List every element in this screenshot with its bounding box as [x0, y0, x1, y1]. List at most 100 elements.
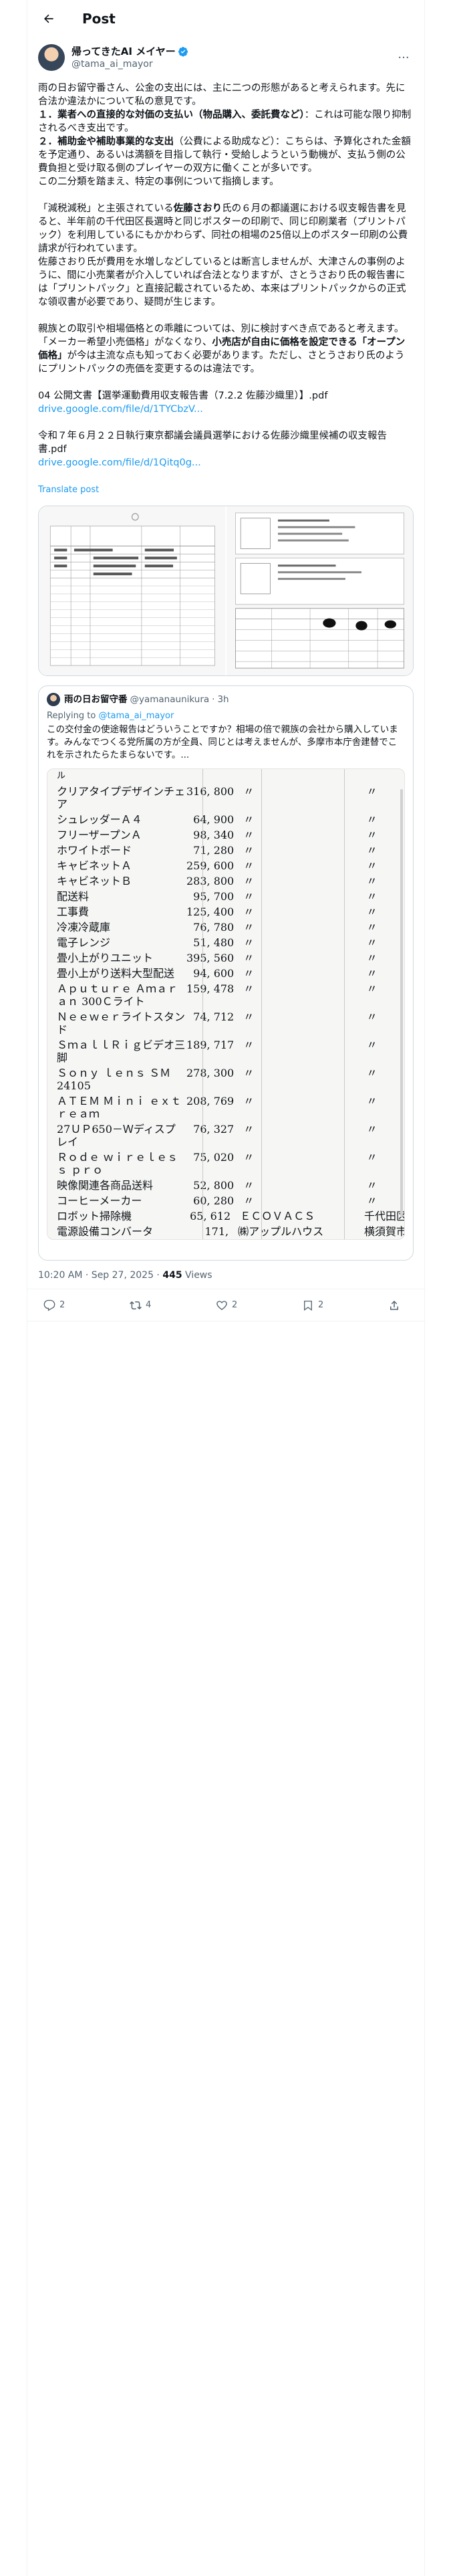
point-2: ２．補助金や補助事業的な支出（公費による助成など）：こちらは、予算化された金額を…	[38, 135, 414, 175]
scan-row: フリーザープンＡ 98, 340 〃 〃	[47, 827, 404, 843]
scan-item-vendor: 〃	[243, 921, 255, 934]
scan-row: 冷凍冷蔵庫 76, 780 〃 〃	[47, 920, 404, 935]
post-column: Post 帰ってきたAI メイヤー @tama_ai_mayor ··· 雨の日…	[27, 0, 425, 2576]
author-names: 帰ってきたAI メイヤー @tama_ai_mayor	[71, 45, 394, 70]
scan-item-vendor: 〃	[243, 1039, 255, 1051]
reply-button[interactable]: 2	[43, 1299, 65, 1311]
top-bar: Post	[27, 0, 424, 37]
scan-item-amount: 76, 780	[193, 921, 235, 934]
scan-item-location: 〃	[366, 905, 378, 918]
scan-column-line-1	[202, 769, 203, 1239]
scan-item-location: 〃	[366, 1067, 378, 1079]
tweet-paragraph-3: 親族との取引や相場価格との乖離については、別に検討すべき点であると考えます。「メ…	[38, 322, 414, 376]
scan-item-amount: 52, 800	[193, 1179, 235, 1192]
scan-item-amount: 159, 478	[186, 982, 235, 995]
scan-item-amount: 316, 800	[186, 785, 235, 798]
scan-item-vendor: 〃	[243, 875, 255, 887]
scan-item-location: 〃	[366, 1151, 378, 1164]
avatar[interactable]	[38, 44, 65, 71]
tweet-paragraph-1: 雨の日お留守番さん、公金の支出には、主に二つの形態があると考えられます。先に合法…	[38, 82, 414, 189]
document-image-1[interactable]	[39, 506, 227, 675]
scan-item-name: 電子レンジ	[57, 936, 111, 949]
scan-row: キャビネットＢ 283, 800 〃 〃	[47, 873, 404, 889]
author-header: 帰ってきたAI メイヤー @tama_ai_mayor ···	[27, 37, 424, 75]
more-options-icon[interactable]: ···	[394, 47, 414, 68]
quote-text: この交付金の使途報告はどういうことですか？相場の倍で親族の会社から購入しています…	[47, 724, 398, 760]
scan-item-name: キャビネットＡ	[57, 859, 132, 872]
scan-row: 畳小上がりユニット 395, 560 〃 〃	[47, 950, 404, 966]
doc2-link[interactable]: drive.google.com/file/d/1Qitq0g...	[38, 456, 414, 469]
scan-item-name: ホワイトボード	[57, 844, 132, 857]
scan-item-vendor: 〃	[243, 829, 255, 841]
scan-item-amount: 51, 480	[193, 936, 235, 949]
scan-item-name: 電源設備コンバータ	[57, 1225, 154, 1238]
scan-item-amount: 65, 612	[190, 1210, 231, 1222]
bookmark-button[interactable]: 2	[302, 1299, 323, 1311]
scan-item-location: 〃	[366, 1039, 378, 1051]
scan-item-name: 畳小上がり送料大型配送	[57, 967, 175, 980]
doc1-link[interactable]: drive.google.com/file/d/1TYCbzV...	[38, 403, 414, 416]
repost-icon	[130, 1301, 142, 1309]
scan-column-line-3	[344, 769, 345, 1239]
scan-item-location: 〃	[366, 982, 378, 995]
scan-item-name: ＳｍａｌｌＲｉｇビデオ三脚	[57, 1039, 186, 1064]
scan-item-amount: 395, 560	[186, 952, 235, 964]
scan-item-name: 冷凍冷蔵庫	[57, 921, 111, 934]
back-arrow-icon[interactable]	[38, 8, 59, 29]
scan-item-name: 工事費	[57, 905, 90, 918]
scan-item-location: 〃	[366, 890, 378, 903]
scan-row: 27ＵＰ650－Ｗディスプレイ 76, 327 〃 〃	[47, 1121, 404, 1150]
scan-item-name: Ｒｏｄｅ ｗｉｒｅｌｅｓｓ ｐｒｏ	[57, 1151, 178, 1176]
scan-item-vendor: 〃	[243, 967, 255, 980]
point-1-bold: １．業者への直接的な対価の支払い（物品購入、委託費など）	[38, 110, 305, 120]
author-display-name[interactable]: 帰ってきたAI メイヤー	[71, 45, 176, 58]
scan-item-name: 27ＵＰ650－Ｗディスプレイ	[57, 1123, 176, 1148]
scan-scrollbar[interactable]	[400, 789, 403, 1217]
scan-item-amount: 208, 769	[186, 1095, 235, 1107]
author-display-name-row[interactable]: 帰ってきたAI メイヤー	[71, 45, 394, 58]
scan-item-location: 〃	[366, 813, 378, 826]
like-button[interactable]: 2	[216, 1299, 237, 1311]
repost-button[interactable]: 4	[130, 1299, 151, 1311]
scan-item-location: 〃	[366, 967, 378, 980]
scan-item-amount: 74, 712	[193, 1010, 235, 1023]
repost-count: 4	[146, 1300, 152, 1310]
scan-item-vendor: ㈱アップルハウス	[238, 1225, 324, 1238]
scan-item-location: 〃	[366, 1010, 378, 1023]
scan-item-vendor: 〃	[243, 1095, 255, 1107]
scan-row: コーヒーメーカー 60, 280 〃 〃	[47, 1193, 404, 1208]
scan-item-vendor: 〃	[243, 1123, 255, 1136]
scan-item-name: 映像関連各商品送料	[57, 1179, 154, 1192]
like-count: 2	[232, 1300, 238, 1310]
scan-item-vendor: 〃	[243, 1067, 255, 1079]
timestamp-text[interactable]: 10:20 AM · Sep 27, 2025 ·	[38, 1270, 162, 1281]
para3-b: が今は主流な点も知っておく必要があります。ただし、さとうさおり氏のようにプリント…	[38, 350, 405, 374]
scan-item-name: ＡＴＥＭ Ｍｉｎｉ ｅｘｔｒｅａｍ	[57, 1095, 182, 1120]
attached-images	[38, 506, 414, 676]
replying-handle[interactable]: @tama_ai_mayor	[98, 711, 174, 721]
scan-item-name: Ｓｏｎｙ ｌｅｎｓ ＳＭ24105	[57, 1067, 171, 1092]
doc1-label: 04 公開文書【選挙運動費用収支報告書（7.2.2 佐藤沙織里）】.pdf	[38, 391, 328, 401]
scan-item-amount: 125, 400	[186, 905, 235, 918]
scan-item-location: 〃	[366, 829, 378, 841]
closing-line: この二分類を踏まえ、特定の事例について指摘します。	[38, 177, 279, 187]
scan-row: Ｒｏｄｅ ｗｉｒｅｌｅｓｓ ｐｒｏ 75, 020 〃 〃	[47, 1150, 404, 1178]
scan-item-location: 〃	[366, 785, 378, 798]
action-bar: 2 4 2 2	[27, 1289, 424, 1321]
scan-item-amount: 60, 280	[193, 1194, 235, 1207]
scan-item-name: クリアタイプデザインチェア	[57, 785, 186, 811]
scan-item-amount: 171, 600	[204, 1225, 229, 1239]
scan-item-vendor: 〃	[243, 905, 255, 918]
translate-post-link[interactable]: Translate post	[38, 484, 99, 496]
scanned-expense-report-image[interactable]: ル クリアタイプデザインチェア 316, 800 〃〃シュレッダーＡ４ 64, 900…	[47, 768, 405, 1240]
quoted-post[interactable]: 雨の日お留守番 @yamanaunikura · 3h Replying to …	[38, 685, 414, 1261]
scan-row: ホワイトボード 71, 280 〃 〃	[47, 843, 404, 858]
share-icon	[390, 1300, 398, 1310]
document-image-2[interactable]	[227, 506, 413, 675]
author-handle[interactable]: @tama_ai_mayor	[71, 58, 394, 70]
scan-row: 配送料 95, 700 〃 〃	[47, 889, 404, 904]
quote-separator: ·	[212, 694, 215, 705]
share-button[interactable]	[388, 1299, 404, 1311]
scan-item-name: キャビネットＢ	[57, 875, 132, 887]
scan-item-amount: 98, 340	[193, 829, 235, 841]
